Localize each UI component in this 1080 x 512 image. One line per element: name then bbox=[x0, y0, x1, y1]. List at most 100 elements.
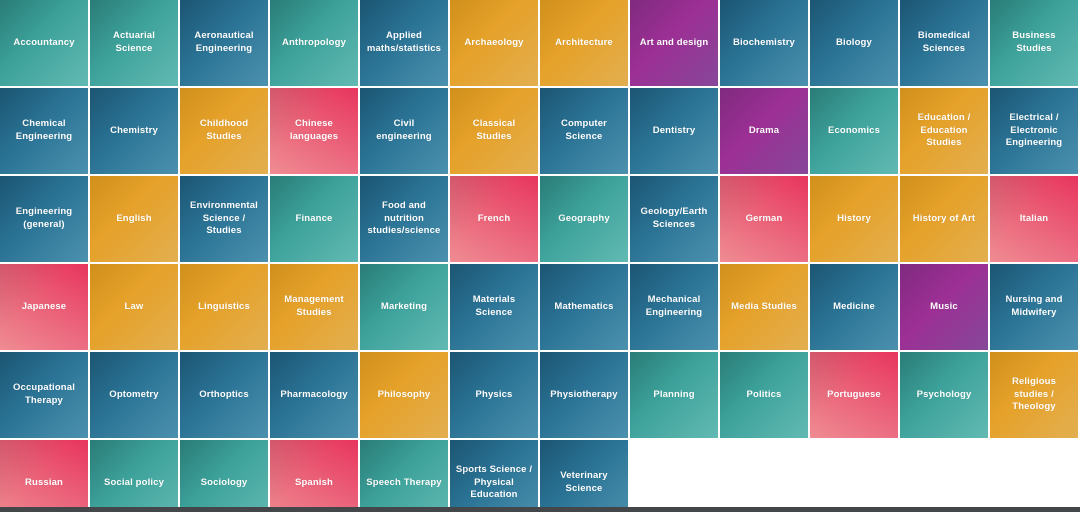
subject-tile-label: Electrical / Electronic Engineering bbox=[1005, 111, 1063, 149]
subject-tile-label: Management Studies bbox=[284, 294, 344, 318]
subject-tile[interactable]: Portuguese bbox=[810, 352, 900, 440]
subject-tile[interactable]: Aeronautical Engineering bbox=[180, 0, 270, 88]
subject-tile[interactable]: Applied maths/statistics bbox=[360, 0, 450, 88]
subject-tile-label: Religious studies / Theology bbox=[1011, 375, 1057, 413]
subject-tile-label: Japanese bbox=[21, 300, 67, 312]
subject-tile[interactable]: Japanese bbox=[0, 264, 90, 352]
subject-tile-label: Anthropology bbox=[281, 36, 347, 48]
subject-tile-label: Sociology bbox=[200, 476, 248, 488]
subject-tile[interactable]: Geology/Earth Sciences bbox=[630, 176, 720, 264]
subject-tile[interactable]: Electrical / Electronic Engineering bbox=[990, 88, 1080, 176]
subject-tile[interactable]: Pharmacology bbox=[270, 352, 360, 440]
subject-tile[interactable]: Mechanical Engineering bbox=[630, 264, 720, 352]
subject-tile-label: Civil engineering bbox=[376, 118, 432, 142]
subject-tile[interactable]: Biochemistry bbox=[720, 0, 810, 88]
subject-tile-label: Geography bbox=[558, 212, 610, 224]
subject-tile[interactable]: Geography bbox=[540, 176, 630, 264]
subject-tile[interactable]: Art and design bbox=[630, 0, 720, 88]
subject-tile[interactable]: Economics bbox=[810, 88, 900, 176]
subject-tile-label: Education / Education Studies bbox=[917, 111, 971, 149]
subject-tile[interactable]: Finance bbox=[270, 176, 360, 264]
subject-tile[interactable]: Computer Science bbox=[540, 88, 630, 176]
subject-tile-label: Chemical Engineering bbox=[15, 118, 73, 142]
subject-tile[interactable]: Education / Education Studies bbox=[900, 88, 990, 176]
subject-tile-label: Speech Therapy bbox=[366, 476, 442, 488]
subject-tile[interactable]: Civil engineering bbox=[360, 88, 450, 176]
subject-tile-label: Mechanical Engineering bbox=[645, 294, 703, 318]
subject-tile[interactable]: Sports Science / Physical Education bbox=[450, 440, 540, 512]
subject-tile[interactable]: Chemistry bbox=[90, 88, 180, 176]
subject-tile[interactable]: Dentistry bbox=[630, 88, 720, 176]
subject-tile[interactable]: Biology bbox=[810, 0, 900, 88]
subject-tile-label: Engineering (general) bbox=[15, 206, 73, 230]
subject-tile[interactable]: Law bbox=[90, 264, 180, 352]
subject-tile-label: Chinese languages bbox=[289, 118, 339, 142]
subject-tile[interactable]: Biomedical Sciences bbox=[900, 0, 990, 88]
subject-tile[interactable]: Accountancy bbox=[0, 0, 90, 88]
subject-tile[interactable]: Sociology bbox=[180, 440, 270, 512]
subject-tile[interactable]: Psychology bbox=[900, 352, 990, 440]
subject-tile[interactable]: German bbox=[720, 176, 810, 264]
subject-tile[interactable]: Chinese languages bbox=[270, 88, 360, 176]
subject-tile-label: Mathematics bbox=[554, 300, 614, 312]
subject-tile[interactable]: Classical Studies bbox=[450, 88, 540, 176]
subject-tile-label: Sports Science / Physical Education bbox=[455, 463, 533, 501]
subject-tile[interactable]: English bbox=[90, 176, 180, 264]
subject-tile[interactable]: Media Studies bbox=[720, 264, 810, 352]
subject-tile[interactable]: Italian bbox=[990, 176, 1080, 264]
subject-tile[interactable]: Orthoptics bbox=[180, 352, 270, 440]
subject-tile[interactable]: Social policy bbox=[90, 440, 180, 512]
subject-tile[interactable]: Drama bbox=[720, 88, 810, 176]
subject-tile-label: Portuguese bbox=[827, 388, 881, 400]
subject-tile-label: Medicine bbox=[833, 300, 875, 312]
subject-tile[interactable]: Environmental Science / Studies bbox=[180, 176, 270, 264]
subject-tile-label: Aeronautical Engineering bbox=[194, 30, 254, 54]
subject-tile[interactable]: Engineering (general) bbox=[0, 176, 90, 264]
subject-tile[interactable]: Spanish bbox=[270, 440, 360, 512]
subject-tile[interactable]: Food and nutrition studies/science bbox=[360, 176, 450, 264]
subject-tile[interactable]: Physics bbox=[450, 352, 540, 440]
subject-tile[interactable]: Anthropology bbox=[270, 0, 360, 88]
subject-tile-label: Economics bbox=[827, 124, 881, 136]
subject-tile[interactable]: Planning bbox=[630, 352, 720, 440]
subject-tile[interactable]: Management Studies bbox=[270, 264, 360, 352]
subject-tile-label: Physiotherapy bbox=[550, 388, 618, 400]
subject-tile-label: Finance bbox=[295, 212, 333, 224]
subject-tile-label: Physics bbox=[475, 388, 513, 400]
subject-tile[interactable]: Politics bbox=[720, 352, 810, 440]
subject-tile[interactable]: Chemical Engineering bbox=[0, 88, 90, 176]
subject-tile[interactable]: Occupational Therapy bbox=[0, 352, 90, 440]
subject-tile-label: English bbox=[116, 212, 152, 224]
subject-tile[interactable]: Nursing and Midwifery bbox=[990, 264, 1080, 352]
subject-tile-label: Italian bbox=[1019, 212, 1049, 224]
subject-tile[interactable]: Philosophy bbox=[360, 352, 450, 440]
subject-tile[interactable]: Veterinary Science bbox=[540, 440, 630, 512]
subject-tile[interactable]: History bbox=[810, 176, 900, 264]
subject-tile[interactable]: Russian bbox=[0, 440, 90, 512]
subject-tile[interactable]: Marketing bbox=[360, 264, 450, 352]
subject-tile[interactable]: Music bbox=[900, 264, 990, 352]
subject-tile[interactable]: Optometry bbox=[90, 352, 180, 440]
subject-tile[interactable]: Actuarial Science bbox=[90, 0, 180, 88]
subject-tile-label: Marketing bbox=[380, 300, 428, 312]
subject-tile[interactable]: Religious studies / Theology bbox=[990, 352, 1080, 440]
subject-tile[interactable]: Mathematics bbox=[540, 264, 630, 352]
subject-tile-label: Orthoptics bbox=[199, 388, 249, 400]
subject-tile[interactable]: History of Art bbox=[900, 176, 990, 264]
subject-tile[interactable]: Linguistics bbox=[180, 264, 270, 352]
subject-tile[interactable]: French bbox=[450, 176, 540, 264]
subject-tile-label: Dentistry bbox=[652, 124, 696, 136]
subject-tile[interactable]: Business Studies bbox=[990, 0, 1080, 88]
subject-tile-label: Biochemistry bbox=[733, 36, 795, 48]
subject-tile-label: Veterinary Science bbox=[560, 470, 608, 494]
subject-tile[interactable]: Physiotherapy bbox=[540, 352, 630, 440]
subject-tile-label: Childhood Studies bbox=[199, 118, 249, 142]
subject-tile[interactable]: Childhood Studies bbox=[180, 88, 270, 176]
subject-tile[interactable]: Architecture bbox=[540, 0, 630, 88]
subject-tile-label: Philosophy bbox=[377, 388, 431, 400]
subject-grid-page: Accountancy Actuarial Science Aeronautical… bbox=[0, 0, 1080, 512]
subject-tile[interactable]: Archaeology bbox=[450, 0, 540, 88]
subject-tile[interactable]: Materials Science bbox=[450, 264, 540, 352]
subject-tile[interactable]: Speech Therapy bbox=[360, 440, 450, 512]
subject-tile[interactable]: Medicine bbox=[810, 264, 900, 352]
